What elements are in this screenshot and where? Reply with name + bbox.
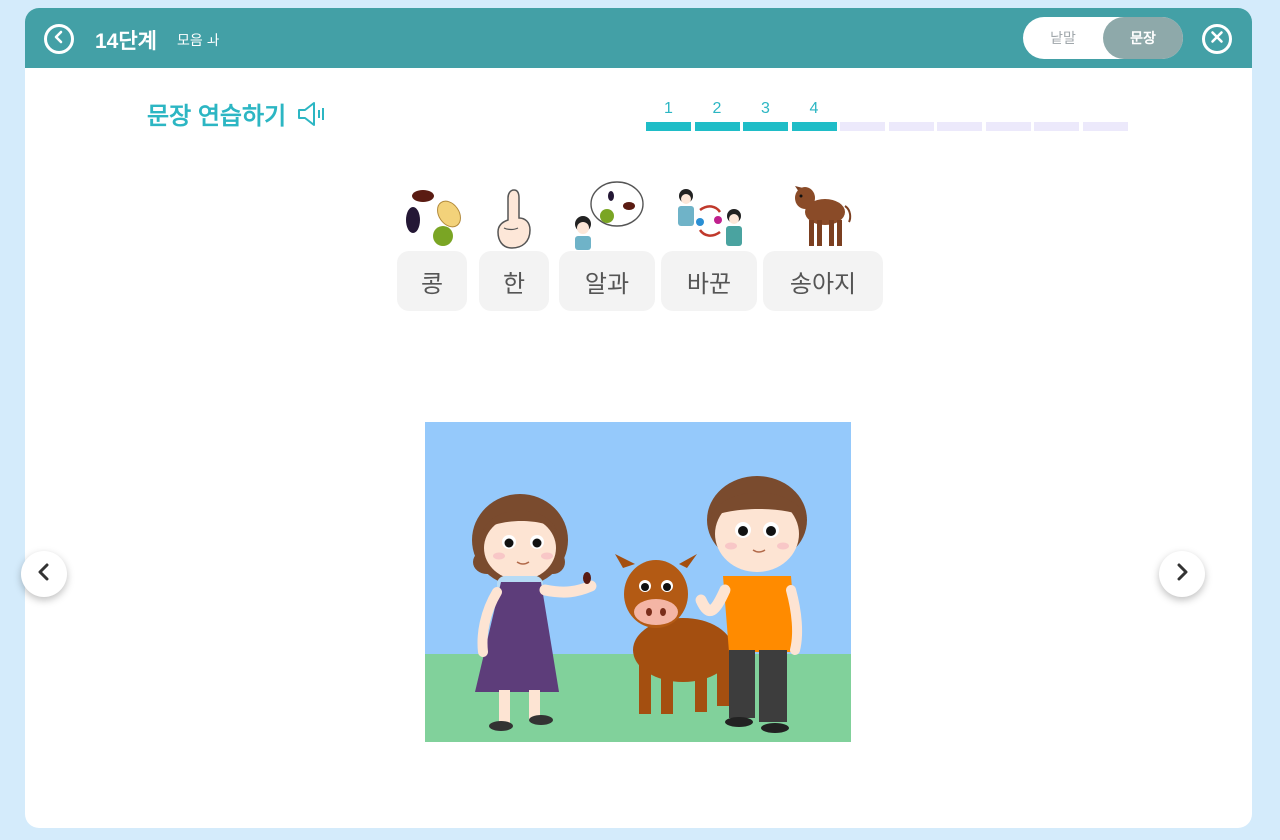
step-title: 14단계 — [95, 30, 157, 53]
progress-segment — [985, 122, 1031, 131]
practice-title-group: 문장 연습하기 — [147, 96, 328, 131]
progress-number: 2 — [712, 100, 722, 117]
progress-segment — [646, 122, 691, 131]
progress-segment — [840, 122, 885, 131]
progress-tracker: 1 2 3 4 — [646, 100, 1128, 134]
next-button[interactable] — [1159, 551, 1205, 597]
exchange-icon — [661, 178, 757, 250]
step-subtitle: 모음 ㅘ — [177, 32, 220, 48]
beans-icon — [397, 178, 467, 250]
scene-illustration — [425, 422, 851, 742]
progress-number: 1 — [664, 100, 673, 117]
chevron-left-icon — [52, 30, 66, 49]
progress-segment — [937, 122, 982, 131]
close-button[interactable] — [1202, 24, 1232, 54]
symbol-word[interactable]: 콩 — [397, 251, 467, 311]
top-bar: 14단계 모음 ㅘ 낱말 문장 — [25, 8, 1252, 68]
toggle-word-option[interactable]: 낱말 — [1023, 17, 1103, 59]
progress-number: 4 — [809, 100, 819, 117]
progress-number: 3 — [761, 100, 770, 117]
symbol-sentence: 콩 한 알과 바꾼 송아지 — [397, 178, 887, 313]
practice-title: 문장 연습하기 — [147, 103, 287, 130]
symbol-word[interactable]: 송아지 — [763, 251, 883, 311]
calf-icon — [763, 178, 883, 250]
chevron-right-icon — [1174, 563, 1190, 586]
symbol-word[interactable]: 한 — [479, 251, 549, 311]
progress-segment — [1034, 122, 1079, 131]
one-finger-icon — [479, 178, 549, 250]
symbol-word[interactable]: 바꾼 — [661, 251, 757, 311]
progress-segment — [694, 122, 740, 131]
close-icon — [1210, 30, 1224, 49]
speaker-icon[interactable] — [296, 100, 328, 128]
back-button[interactable] — [44, 24, 74, 54]
symbol-word[interactable]: 알과 — [559, 251, 655, 311]
progress-segment — [1082, 122, 1128, 131]
toggle-sentence-option[interactable]: 문장 — [1103, 17, 1183, 59]
counting-beans-icon — [559, 178, 655, 250]
progress-segment — [791, 122, 837, 131]
chevron-left-icon — [36, 563, 52, 586]
prev-button[interactable] — [21, 551, 67, 597]
progress-segment — [888, 122, 934, 131]
progress-segment — [743, 122, 788, 131]
app-window: 14단계 모음 ㅘ 낱말 문장 문장 연습하기 1 2 3 4 콩 한 알과 바… — [25, 8, 1252, 828]
mode-toggle: 낱말 문장 — [1023, 17, 1183, 59]
